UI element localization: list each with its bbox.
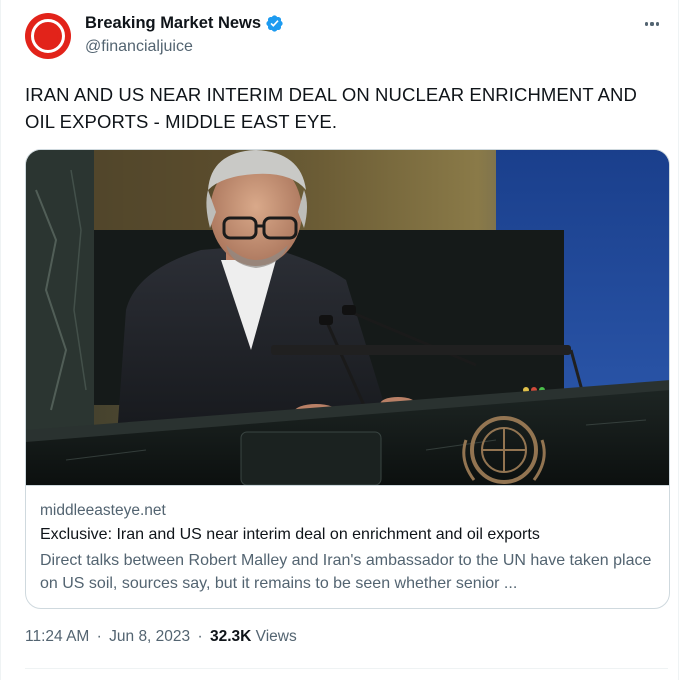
author-name-row: Breaking Market News <box>85 14 284 33</box>
meta-separator: · <box>96 628 102 645</box>
author-handle[interactable]: @financialjuice <box>85 38 193 56</box>
link-card-image[interactable] <box>26 150 670 485</box>
verified-badge-icon <box>266 15 283 32</box>
link-card-body[interactable]: middleeasteye.net Exclusive: Iran and US… <box>26 485 669 608</box>
tweet-container: Breaking Market News @financialjuice IRA… <box>0 0 679 680</box>
tweet-text: IRAN AND US NEAR INTERIM DEAL ON NUCLEAR… <box>25 84 637 132</box>
link-card-domain: middleeasteye.net <box>40 502 166 519</box>
tweet-time[interactable]: 11:24 AM <box>25 628 89 645</box>
meta-separator: · <box>197 628 203 645</box>
tweet-date[interactable]: Jun 8, 2023 <box>109 628 190 645</box>
more-options-icon[interactable] <box>640 14 664 34</box>
avatar-ring <box>31 19 65 53</box>
views-label: Views <box>255 628 297 645</box>
views-count[interactable]: 32.3K <box>210 628 251 645</box>
link-card[interactable]: middleeasteye.net Exclusive: Iran and US… <box>25 149 670 609</box>
link-card-title: Exclusive: Iran and US near interim deal… <box>40 526 540 543</box>
avatar-dot <box>38 26 58 46</box>
link-card-description: Direct talks between Robert Malley and I… <box>40 552 652 592</box>
author-display-name[interactable]: Breaking Market News <box>85 14 261 33</box>
avatar[interactable] <box>25 13 71 59</box>
divider <box>25 668 668 669</box>
tweet-meta: 11:24 AM · Jun 8, 2023 · 32.3K Views <box>25 628 297 646</box>
